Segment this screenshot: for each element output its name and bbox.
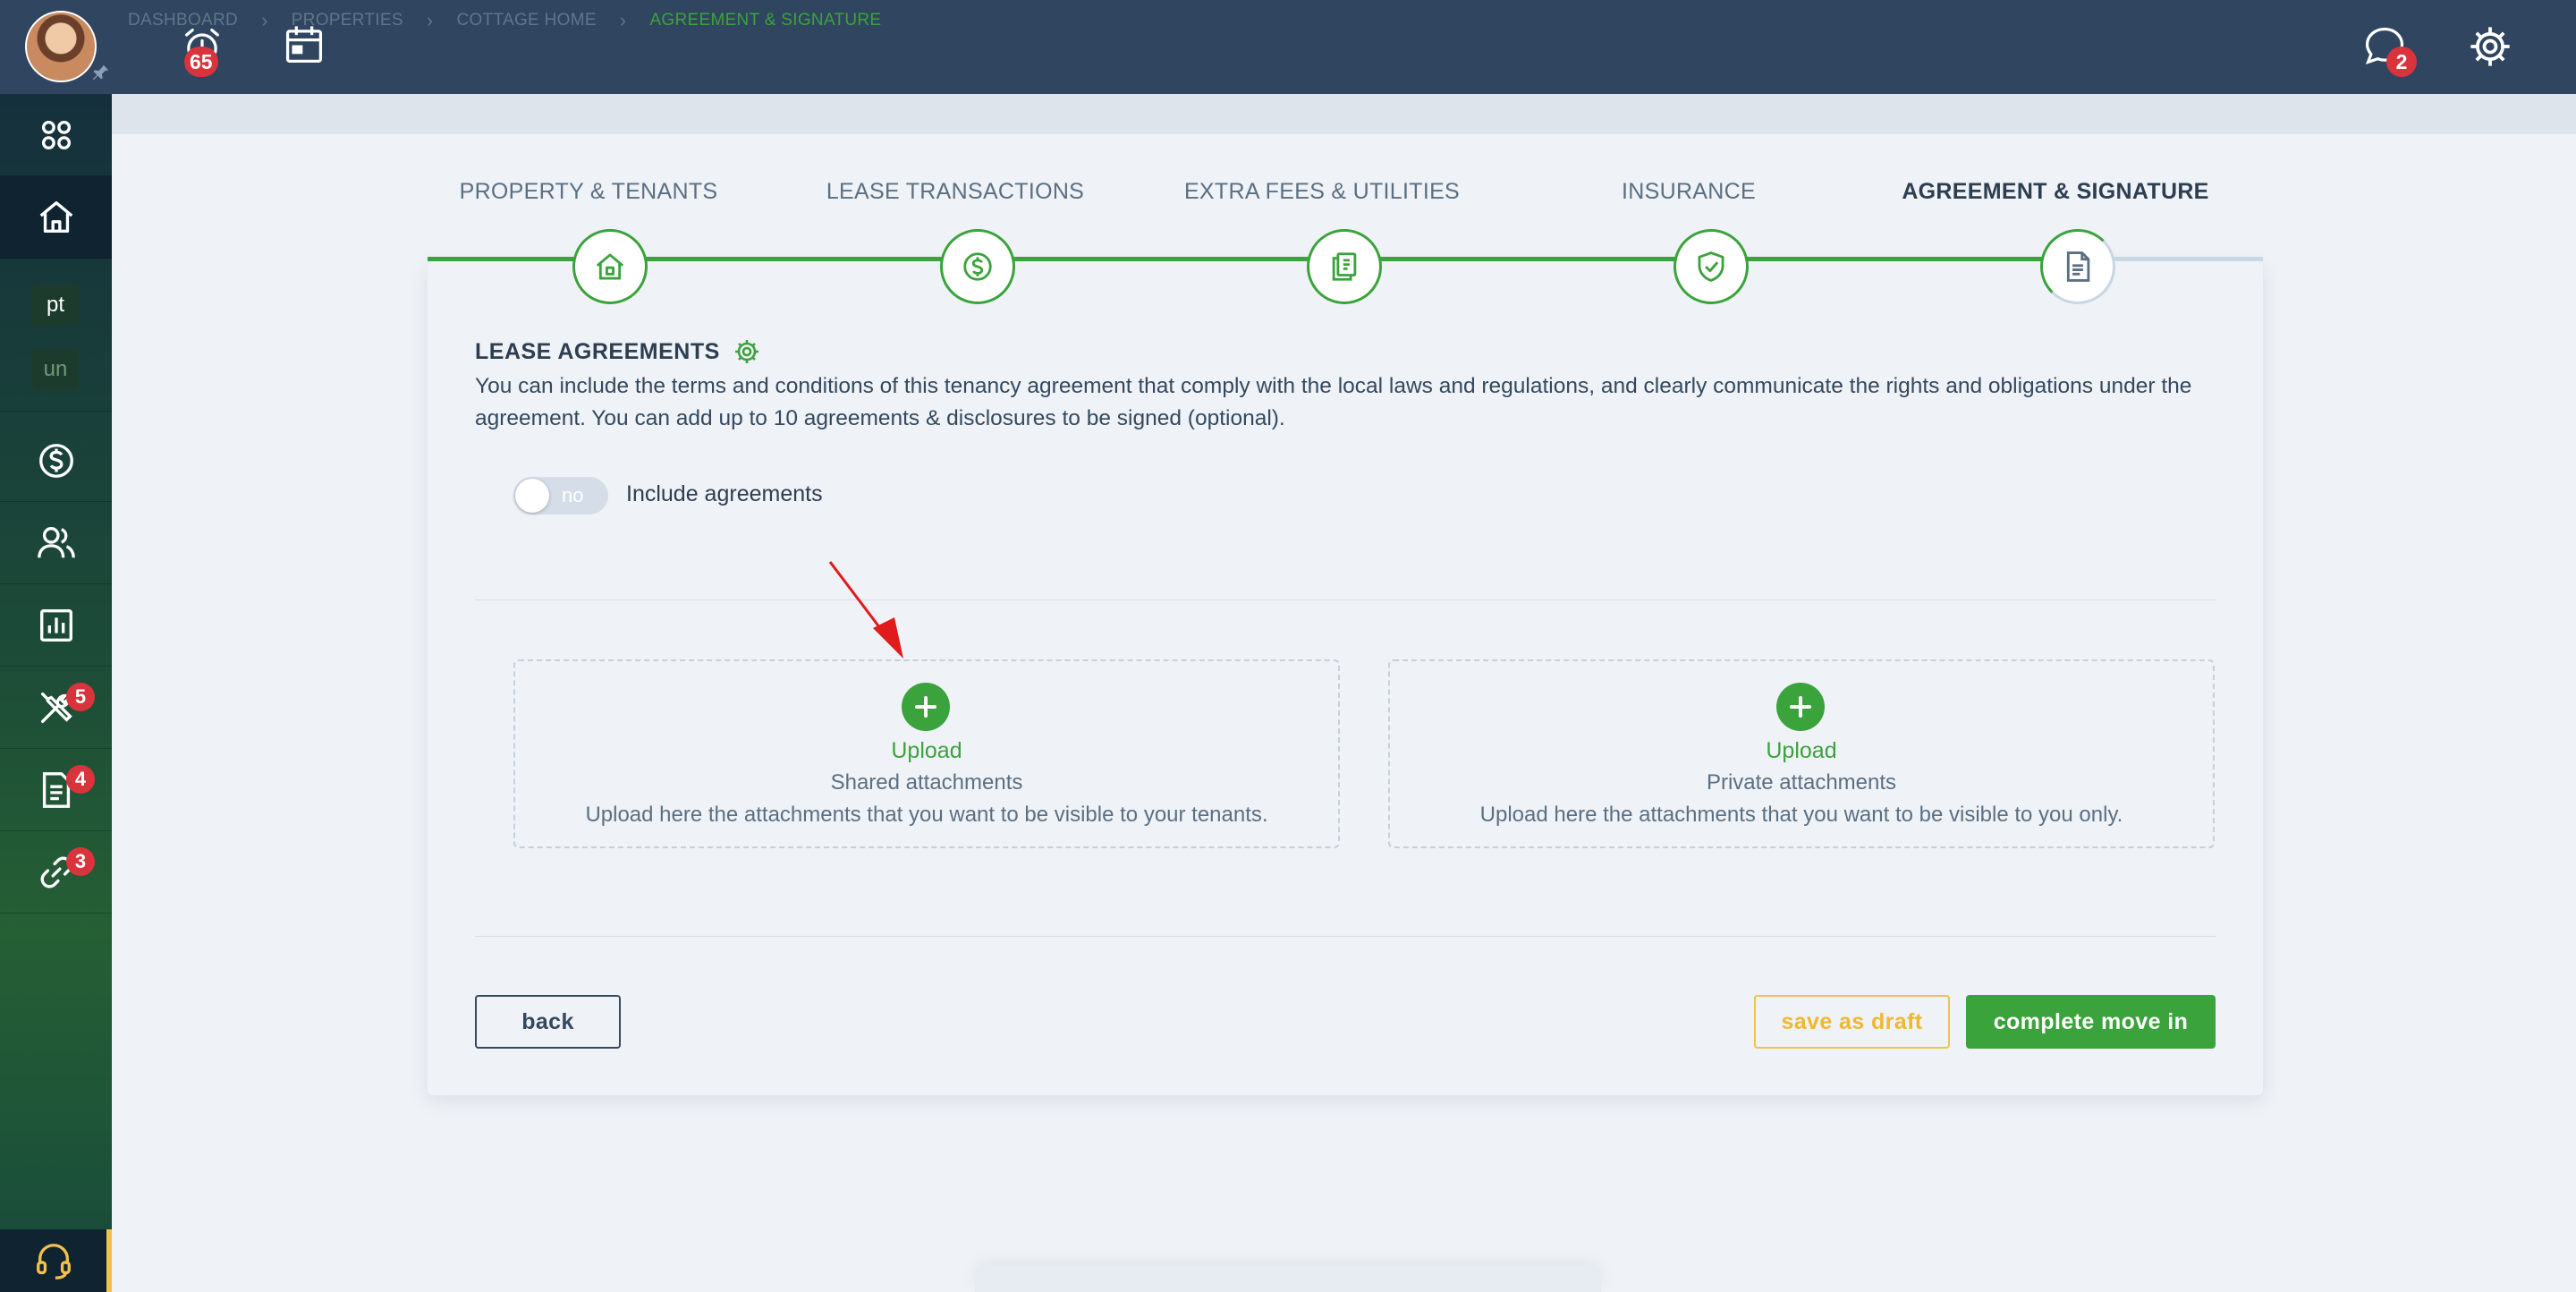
section-description: You can include the terms and conditions…: [475, 374, 2192, 430]
complete-move-in-button[interactable]: complete move in: [1966, 995, 2216, 1049]
upload-title[interactable]: Upload: [515, 738, 1338, 764]
dollar-icon: [38, 443, 73, 478]
toggle-knob: [515, 479, 549, 513]
dollar-icon: [963, 252, 992, 281]
people-icon: [37, 526, 75, 557]
section-title-text: LEASE AGREEMENTS: [475, 338, 720, 364]
footer: [975, 1265, 1601, 1292]
step-label-extra-fees[interactable]: EXTRA FEES & UTILITIES: [1161, 179, 1483, 205]
sidebar: pt un 5 4 3: [0, 94, 112, 1292]
back-button[interactable]: back: [475, 995, 621, 1049]
chevron-right-icon: ›: [619, 8, 627, 31]
progress-stepper: PROPERTY & TENANTS LEASE TRANSACTIONS EX…: [428, 161, 2263, 304]
sidebar-item-reports[interactable]: [0, 584, 112, 667]
sidebar-chip-pt[interactable]: pt: [32, 285, 79, 326]
sidebar-divider: [0, 411, 112, 412]
breadcrumb-dashboard[interactable]: DASHBOARD: [128, 11, 238, 30]
step-extra-fees[interactable]: [1307, 229, 1382, 304]
section-title: LEASE AGREEMENTS: [475, 337, 761, 366]
chevron-right-icon: ›: [261, 8, 268, 31]
bar-chart-icon: [39, 608, 72, 642]
step-agreement-signature[interactable]: [2040, 229, 2115, 304]
sidebar-item-apps[interactable]: [0, 94, 112, 176]
home-icon: [39, 200, 72, 233]
sidebar-chip-un[interactable]: un: [32, 349, 79, 390]
divider: [475, 599, 2216, 600]
apps-grid-icon: [41, 120, 71, 149]
include-agreements-label: Include agreements: [626, 481, 823, 506]
breadcrumb: DASHBOARD › PROPERTIES › COTTAGE HOME › …: [128, 0, 881, 40]
step-property-tenants[interactable]: [572, 229, 648, 304]
step-label-property-tenants[interactable]: PROPERTY & TENANTS: [428, 179, 750, 205]
include-agreements-toggle[interactable]: no: [513, 477, 608, 514]
sidebar-item-people[interactable]: [0, 502, 112, 584]
upload-shared-attachments[interactable]: Upload Shared attachments Upload here th…: [513, 659, 1340, 848]
headset-icon: [36, 1244, 71, 1279]
support-button[interactable]: [0, 1229, 112, 1292]
sidebar-item-links[interactable]: [0, 831, 112, 914]
sidebar-item-finance[interactable]: [0, 420, 112, 502]
links-badge: 3: [66, 847, 95, 876]
chevron-right-icon: ›: [426, 8, 434, 31]
step-label-insurance[interactable]: INSURANCE: [1528, 179, 1850, 205]
sidebar-item-home[interactable]: [0, 176, 112, 259]
gear-icon[interactable]: [733, 337, 761, 366]
shield-check-icon: [1698, 251, 1724, 282]
step-label-lease-transactions[interactable]: LEASE TRANSACTIONS: [794, 179, 1116, 205]
documents-badge: 4: [66, 765, 95, 794]
breadcrumb-properties[interactable]: PROPERTIES: [292, 11, 403, 30]
breadcrumb-current: AGREEMENT & SIGNATURE: [649, 10, 882, 30]
maintenance-badge: 5: [66, 683, 95, 711]
annotation-arrow-icon: [828, 561, 903, 659]
plus-icon[interactable]: [902, 683, 950, 731]
gear-icon[interactable]: [2467, 23, 2513, 70]
upload-description: Upload here the attachments that you wan…: [1479, 803, 2123, 827]
sidebar-item-documents[interactable]: [0, 749, 112, 831]
upload-title[interactable]: Upload: [1390, 738, 2213, 764]
sidebar-item-maintenance[interactable]: [0, 667, 112, 749]
document-icon: [2066, 251, 2090, 282]
breadcrumb-cottage-home[interactable]: COTTAGE HOME: [456, 11, 596, 30]
divider: [475, 936, 2216, 937]
pin-icon: [92, 64, 109, 81]
receipt-icon: [1332, 252, 1357, 281]
alerts-badge: 65: [184, 47, 218, 77]
step-insurance[interactable]: [1674, 229, 1749, 304]
user-avatar[interactable]: [25, 11, 97, 82]
step-lease-transactions[interactable]: [940, 229, 1015, 304]
messages-badge: 2: [2386, 47, 2417, 77]
step-label-agreement[interactable]: AGREEMENT & SIGNATURE: [1894, 179, 2216, 205]
plus-icon[interactable]: [1776, 683, 1825, 731]
upload-subtitle: Shared attachments: [830, 770, 1023, 795]
save-draft-button[interactable]: save as draft: [1754, 995, 1950, 1049]
home-icon: [596, 253, 624, 280]
upload-private-attachments[interactable]: Upload Private attachments Upload here t…: [1388, 659, 2215, 848]
breadcrumb-bar: [112, 94, 2576, 134]
toggle-state: no: [562, 484, 584, 506]
step-progress-line: [428, 257, 2079, 261]
upload-description: Upload here the attachments that you wan…: [585, 803, 1268, 827]
upload-subtitle: Private attachments: [1706, 770, 1897, 795]
